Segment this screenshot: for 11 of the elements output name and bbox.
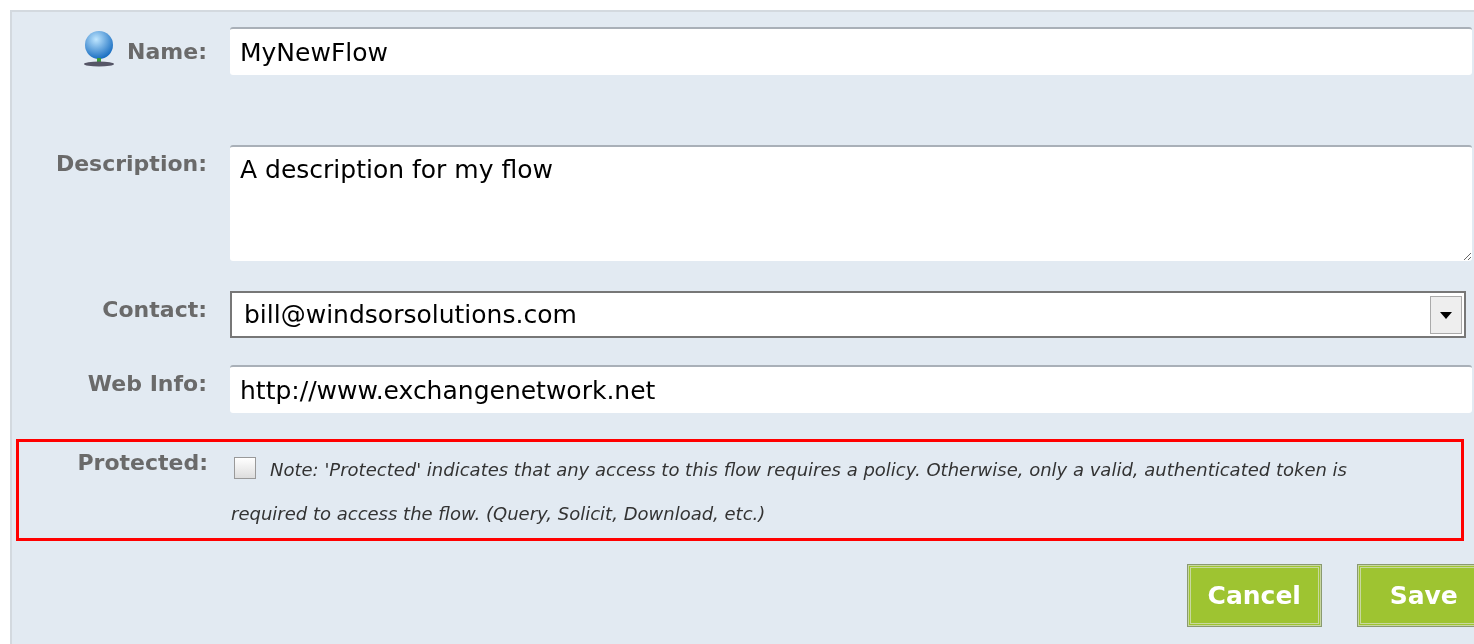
description-field[interactable]: A description for my flow bbox=[230, 145, 1472, 261]
text-field[interactable]: MyNewFlow bbox=[230, 27, 1472, 75]
field-label: Name: bbox=[127, 38, 207, 64]
field-label: Web Info: bbox=[87, 371, 207, 396]
text-field[interactable]: http://www.exchangenetwork.net bbox=[230, 365, 1472, 413]
protected-note: Note: 'Protected' indicates that any access to this flow requires a policy. Otherwise, only a valid, authenticated token is required to access the flow. (Query, Solicit, Download, etc.) bbox=[231, 456, 1348, 526]
field-label: Description: bbox=[55, 151, 207, 176]
contact-dropdown[interactable]: bill@windsorsolutions.com bbox=[230, 291, 1466, 338]
protected-checkbox[interactable] bbox=[234, 457, 256, 479]
field-label: Contact: bbox=[102, 297, 207, 322]
field-label: Protected: bbox=[77, 450, 208, 475]
